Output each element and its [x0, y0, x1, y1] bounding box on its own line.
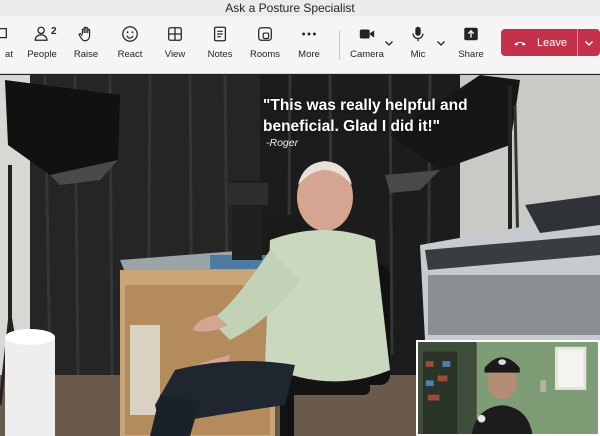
react-label: React	[117, 49, 143, 60]
leave-button[interactable]: Leave	[501, 29, 577, 56]
camera-options-chevron-icon[interactable]	[384, 38, 394, 48]
leave-options-button[interactable]	[578, 29, 600, 56]
notes-icon	[210, 24, 230, 44]
people-icon: 2	[32, 24, 57, 44]
raise-hand-button[interactable]: Raise	[64, 24, 108, 68]
testimonial-author: -Roger	[266, 137, 299, 149]
window-title: Ask a Posture Specialist	[225, 1, 355, 15]
share-icon	[461, 24, 481, 44]
rooms-label: Rooms	[249, 49, 281, 60]
raise-hand-label: Raise	[73, 49, 99, 60]
mic-options-chevron-icon[interactable]	[436, 38, 446, 48]
main-video-stage: "This was really helpful and beneficial.…	[0, 75, 600, 436]
view-label: View	[164, 49, 186, 60]
leave-button-group: Leave	[501, 29, 600, 56]
phone-hangup-icon	[514, 41, 526, 46]
mic-label: Mic	[410, 49, 426, 60]
toolbar-divider	[339, 30, 340, 60]
react-icon	[120, 24, 140, 44]
share-label: Share	[458, 49, 484, 60]
notes-button[interactable]: Notes	[198, 24, 242, 68]
meeting-toolbar: at 2 People Raise React View Notes Rooms…	[0, 16, 600, 74]
window-titlebar: Ask a Posture Specialist	[0, 0, 600, 16]
testimonial-quote: "This was really helpful and beneficial.…	[263, 97, 468, 135]
self-view-video[interactable]	[416, 340, 600, 436]
more-icon	[299, 24, 319, 44]
view-button[interactable]: View	[153, 24, 197, 68]
people-label: People	[27, 49, 57, 60]
people-count-badge: 2	[51, 26, 57, 37]
camera-icon	[357, 24, 377, 44]
mic-icon	[408, 24, 428, 44]
chevron-down-icon	[585, 40, 593, 46]
chat-button[interactable]: at	[0, 24, 22, 68]
mic-button[interactable]: Mic	[396, 24, 440, 68]
raise-hand-icon	[76, 24, 96, 44]
more-label: More	[298, 49, 320, 60]
share-button[interactable]: Share	[449, 24, 493, 68]
people-button[interactable]: 2 People	[20, 24, 64, 68]
chat-label: at	[5, 49, 13, 60]
camera-label: Camera	[350, 49, 384, 60]
rooms-icon	[255, 24, 275, 44]
self-view-feed	[418, 342, 598, 434]
chat-icon	[0, 24, 10, 44]
notes-label: Notes	[207, 49, 233, 60]
rooms-button[interactable]: Rooms	[243, 24, 287, 68]
view-icon	[165, 24, 185, 44]
camera-button[interactable]: Camera	[345, 24, 389, 68]
react-button[interactable]: React	[108, 24, 152, 68]
leave-label: Leave	[537, 36, 567, 49]
more-button[interactable]: More	[287, 24, 331, 68]
